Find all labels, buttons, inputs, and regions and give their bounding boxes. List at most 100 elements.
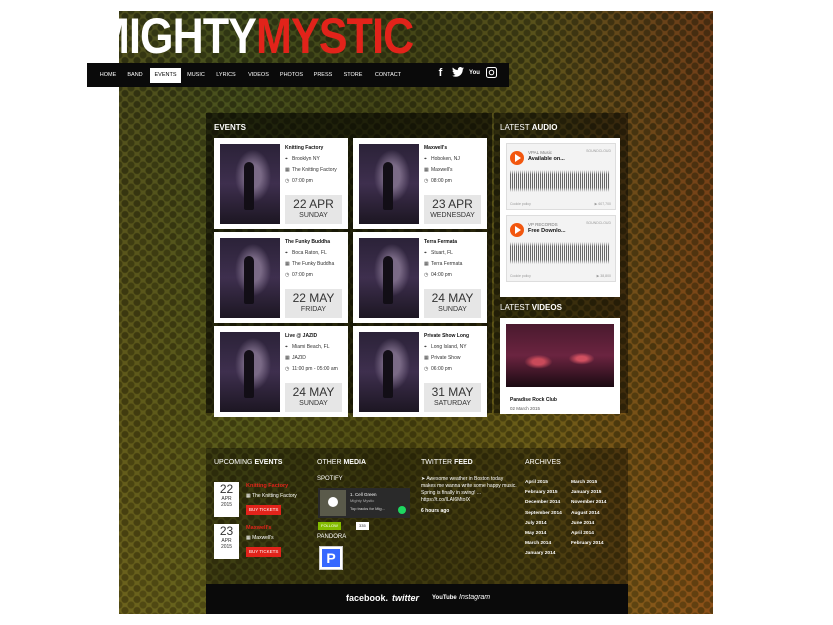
archive-link[interactable]: January 2015 — [571, 488, 606, 498]
archive-link[interactable]: March 2014 — [525, 539, 562, 549]
nav-press[interactable]: PRESS — [311, 68, 335, 83]
waveform[interactable] — [510, 170, 610, 192]
event-date: 31 MAY SATURDAY — [424, 383, 481, 412]
building-icon: ▦ — [285, 355, 290, 361]
footer-facebook-link[interactable]: facebook. — [346, 593, 388, 603]
pin-icon: ⌖ — [424, 156, 427, 162]
spotify-follow-button[interactable]: FOLLOW — [318, 522, 341, 530]
buy-tickets-button[interactable]: BUY TICKETS — [246, 547, 282, 557]
instagram-icon[interactable] — [485, 67, 498, 80]
cookie-policy-link[interactable]: Cookie policy — [510, 202, 531, 206]
video-title[interactable]: Paradise Rock Club — [510, 397, 557, 403]
tweet-text[interactable]: ➤ Awesome weather in Boston today makes … — [421, 476, 517, 504]
upcoming-event-name[interactable]: Maxwell's — [246, 525, 271, 531]
event-card[interactable]: Maxwell's ⌖ Hoboken, NJ ▦ Maxwell's ◷ 08:00… — [353, 138, 487, 229]
upcoming-event-venue: ▦ The Knitting Factory — [246, 493, 297, 499]
nav-lyrics[interactable]: LYRICS — [213, 68, 239, 83]
archive-link[interactable]: May 2014 — [525, 529, 562, 539]
pin-icon: ⌖ — [285, 344, 288, 350]
waveform[interactable] — [510, 242, 610, 264]
audio-widget: VPAL Music Available on... SOUNDCLOUD Co… — [500, 138, 620, 297]
event-date: 23 APR WEDNESDAY — [424, 195, 481, 224]
nav-events[interactable]: EVENTS — [150, 68, 181, 83]
clock-icon: ◷ — [424, 178, 429, 184]
play-icon[interactable] — [510, 151, 524, 165]
video-widget[interactable]: Paradise Rock Club 02 March 2015 — [500, 318, 620, 414]
nav-contact[interactable]: CONTACT — [371, 68, 405, 83]
logo-part2: MYSTIC — [256, 8, 414, 64]
event-card[interactable]: Live @ JAZID ⌖ Miami Beach, FL ▦ JAZID ◷ 11… — [214, 326, 348, 417]
spotify-widget[interactable]: 1. Cell Green Mighty Mystic Top tracks f… — [318, 488, 410, 518]
archives-col1: April 2015 February 2015 December 2014 S… — [525, 478, 562, 560]
archive-link[interactable]: November 2014 — [571, 498, 606, 508]
event-photo — [359, 332, 419, 412]
youtube-icon[interactable]: You — [468, 67, 481, 80]
archive-link[interactable]: March 2015 — [571, 478, 606, 488]
event-venue: ▦ Private Show — [424, 355, 461, 361]
event-photo — [220, 144, 280, 224]
cookie-policy-link[interactable]: Cookie policy — [510, 274, 531, 278]
audio-artist: VP RECORDS — [528, 222, 558, 227]
event-name: Live @ JAZID — [285, 333, 318, 339]
building-icon: ▦ — [285, 261, 290, 267]
audio-track: Available on... — [528, 156, 565, 162]
nav-home[interactable]: HOME — [95, 68, 121, 83]
soundcloud-logo: SOUNDCLOUD — [586, 221, 611, 225]
archive-link[interactable]: April 2014 — [571, 529, 606, 539]
archives-col2: March 2015 January 2015 November 2014 Au… — [571, 478, 606, 549]
archive-link[interactable]: June 2014 — [571, 519, 606, 529]
clock-icon: ◷ — [285, 272, 290, 278]
play-icon[interactable] — [510, 223, 524, 237]
facebook-icon[interactable]: f — [434, 67, 447, 80]
pandora-icon[interactable]: P — [319, 546, 343, 570]
audio-track: Free Downlo... — [528, 228, 566, 234]
building-icon: ▦ — [285, 167, 290, 173]
event-card[interactable]: Knitting Factory ⌖ Brooklyn NY ▦ The Knitt… — [214, 138, 348, 229]
nav-music[interactable]: MUSIC — [184, 68, 208, 83]
soundcloud-player[interactable]: VP RECORDS Free Downlo... SOUNDCLOUD Coo… — [506, 215, 616, 282]
play-count: ▶ 607,700 — [594, 202, 611, 206]
site-footer: facebook. twitter YouTube Instagram — [206, 584, 628, 614]
upcoming-event-name[interactable]: Knitting Factory — [246, 483, 288, 489]
footer-youtube-link[interactable]: YouTube — [432, 595, 457, 601]
soundcloud-player[interactable]: VPAL Music Available on... SOUNDCLOUD Co… — [506, 143, 616, 210]
nav-band[interactable]: BAND — [123, 68, 147, 83]
main-nav: HOME BAND EVENTS MUSIC LYRICS VIDEOS PHO… — [87, 63, 509, 87]
nav-videos[interactable]: VIDEOS — [245, 68, 272, 83]
archive-link[interactable]: August 2014 — [571, 509, 606, 519]
event-location: ⌖ Long Island, NY — [424, 344, 467, 350]
archive-link[interactable]: July 2014 — [525, 519, 562, 529]
spotify-playlist: Top tracks for Mig... — [350, 506, 385, 511]
event-name: The Funky Buddha — [285, 239, 330, 245]
video-thumbnail[interactable] — [506, 324, 614, 387]
nav-store[interactable]: STORE — [340, 68, 366, 83]
twitter-feed-title: TWITTER FEED — [421, 459, 473, 466]
upcoming-date: 22 APR 2015 — [214, 482, 239, 517]
play-icon[interactable] — [328, 497, 338, 507]
archive-link[interactable]: February 2014 — [571, 539, 606, 549]
event-photo — [359, 144, 419, 224]
footer-instagram-link[interactable]: Instagram — [459, 594, 490, 601]
event-card[interactable]: Terra Fermata ⌖ Stuart, FL ▦ Terra Fermata… — [353, 232, 487, 323]
event-photo — [220, 238, 280, 318]
buy-tickets-button[interactable]: BUY TICKETS — [246, 505, 282, 515]
archive-link[interactable]: April 2015 — [525, 478, 562, 488]
archive-link[interactable]: December 2014 — [525, 498, 562, 508]
video-date: 02 March 2015 — [510, 406, 541, 411]
event-location: ⌖ Boca Raton, FL — [285, 250, 327, 256]
nav-photos[interactable]: PHOTOS — [277, 68, 306, 83]
event-card[interactable]: The Funky Buddha ⌖ Boca Raton, FL ▦ The Fu… — [214, 232, 348, 323]
event-card[interactable]: Private Show Long ⌖ Long Island, NY ▦ Priv… — [353, 326, 487, 417]
pin-icon: ⌖ — [285, 156, 288, 162]
audio-artist: VPAL Music — [528, 150, 553, 155]
archive-link[interactable]: January 2014 — [525, 549, 562, 559]
building-icon: ▦ — [424, 167, 429, 173]
archive-link[interactable]: September 2014 — [525, 509, 562, 519]
archive-link[interactable]: February 2015 — [525, 488, 562, 498]
events-title: EVENTS — [214, 123, 247, 132]
event-date: 24 MAY SUNDAY — [285, 383, 342, 412]
site-logo[interactable]: MIGHTYMYSTIC — [94, 8, 414, 64]
twitter-icon[interactable] — [451, 67, 464, 80]
event-time: ◷ 04:00 pm — [424, 272, 452, 278]
footer-twitter-link[interactable]: twitter — [392, 593, 419, 603]
